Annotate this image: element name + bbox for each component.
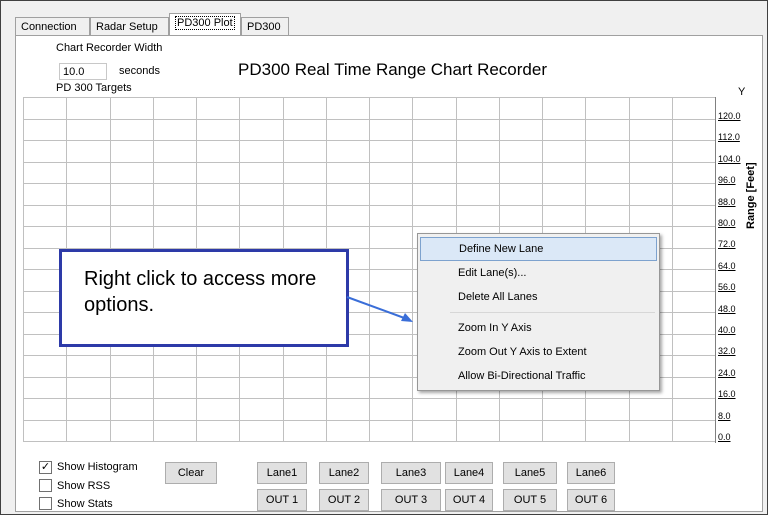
- y-tick-label: 112.0: [718, 132, 740, 142]
- show-stats-label: Show Stats: [57, 498, 113, 510]
- lane4-button[interactable]: Lane4: [445, 462, 493, 484]
- tab-connection[interactable]: Connection: [15, 17, 90, 35]
- y-axis-title: Range [Feet]: [745, 162, 757, 229]
- y-tick-label: 8.0: [718, 411, 731, 421]
- y-tick-label: 120.0: [718, 111, 741, 121]
- out2-button[interactable]: OUT 2: [319, 489, 369, 511]
- y-tick-label: 32.0: [718, 346, 736, 356]
- grid-horizontal-line: [23, 420, 715, 421]
- show-histogram-label: Show Histogram: [57, 461, 138, 473]
- y-tick-label: 104.0: [718, 154, 741, 164]
- out5-button[interactable]: OUT 5: [503, 489, 557, 511]
- y-tick-label: 96.0: [718, 175, 736, 185]
- lane5-button[interactable]: Lane5: [503, 462, 557, 484]
- tab-pd300-plot-label: PD300 Plot: [175, 16, 235, 30]
- grid-horizontal-line: [23, 119, 715, 120]
- checkmark-icon: ✓: [40, 461, 51, 473]
- menu-item-zoom-in-y[interactable]: Zoom In Y Axis: [420, 316, 657, 340]
- lane1-button[interactable]: Lane1: [257, 462, 307, 484]
- show-stats-checkbox[interactable]: [39, 497, 52, 510]
- show-histogram-checkbox[interactable]: ✓: [39, 461, 52, 474]
- grid-horizontal-line: [23, 398, 715, 399]
- y-tick-label: 40.0: [718, 325, 736, 335]
- clear-button[interactable]: Clear: [165, 462, 217, 484]
- y-tick-label: 88.0: [718, 197, 736, 207]
- chart-width-label: Chart Recorder Width: [56, 42, 163, 54]
- grid-horizontal-line: [23, 162, 715, 163]
- y-tick-label: 24.0: [718, 368, 736, 378]
- targets-label: PD 300 Targets: [56, 82, 132, 94]
- grid-horizontal-line: [23, 183, 715, 184]
- lane2-button[interactable]: Lane2: [319, 462, 369, 484]
- menu-item-delete-all-lanes[interactable]: Delete All Lanes: [420, 285, 657, 309]
- y-tick-label: 64.0: [718, 261, 736, 271]
- grid-horizontal-line: [23, 97, 715, 98]
- chart-width-input[interactable]: 10.0: [59, 63, 107, 80]
- y-axis: 120.0 112.0 104.0 96.0 88.0 80.0 72.0 64.0 56.0 4…: [715, 97, 754, 443]
- y-tick-label: 56.0: [718, 282, 736, 292]
- menu-item-bidirectional[interactable]: Allow Bi-Directional Traffic: [420, 364, 657, 388]
- tab-pd300-plot[interactable]: PD300 Plot: [169, 13, 241, 36]
- show-rss-label: Show RSS: [57, 480, 111, 492]
- lane6-button[interactable]: Lane6: [567, 462, 615, 484]
- out3-button[interactable]: OUT 3: [381, 489, 441, 511]
- chart-width-units: seconds: [119, 65, 160, 77]
- y-tick-label: 72.0: [718, 239, 736, 249]
- tab-radar-setup-label: Radar Setup: [96, 21, 158, 33]
- callout-arrow: [346, 296, 413, 322]
- grid-horizontal-line: [23, 226, 715, 227]
- out1-button[interactable]: OUT 1: [257, 489, 307, 511]
- show-rss-checkbox[interactable]: [39, 479, 52, 492]
- menu-item-zoom-out-y[interactable]: Zoom Out Y Axis to Extent: [420, 340, 657, 364]
- menu-item-define-new-lane[interactable]: Define New Lane: [420, 237, 657, 261]
- out4-button[interactable]: OUT 4: [445, 489, 493, 511]
- out6-button[interactable]: OUT 6: [567, 489, 615, 511]
- grid-horizontal-line: [23, 140, 715, 141]
- y-tick-label: 16.0: [718, 389, 736, 399]
- tab-connection-label: Connection: [21, 21, 77, 33]
- y-tick-label: 80.0: [718, 218, 736, 228]
- tab-pd300-label: PD300: [247, 21, 281, 33]
- grid-horizontal-line: [23, 441, 715, 442]
- menu-item-edit-lanes[interactable]: Edit Lane(s)...: [420, 261, 657, 285]
- y-tick-label: 48.0: [718, 304, 736, 314]
- lane3-button[interactable]: Lane3: [381, 462, 441, 484]
- menu-separator: [450, 312, 655, 313]
- grid-horizontal-line: [23, 205, 715, 206]
- context-menu: Define New Lane Edit Lane(s)... Delete A…: [417, 233, 660, 391]
- window-frame: Connection Radar Setup PD300 Plot PD300 …: [0, 0, 768, 515]
- y-tick-label: 0.0: [718, 432, 731, 442]
- tab-pd300[interactable]: PD300: [241, 17, 289, 35]
- tab-radar-setup[interactable]: Radar Setup: [90, 17, 169, 35]
- callout-text: Right click to access more options.: [84, 268, 317, 316]
- callout-box: Right click to access more options.: [59, 249, 349, 347]
- chart-title: PD300 Real Time Range Chart Recorder: [238, 60, 547, 79]
